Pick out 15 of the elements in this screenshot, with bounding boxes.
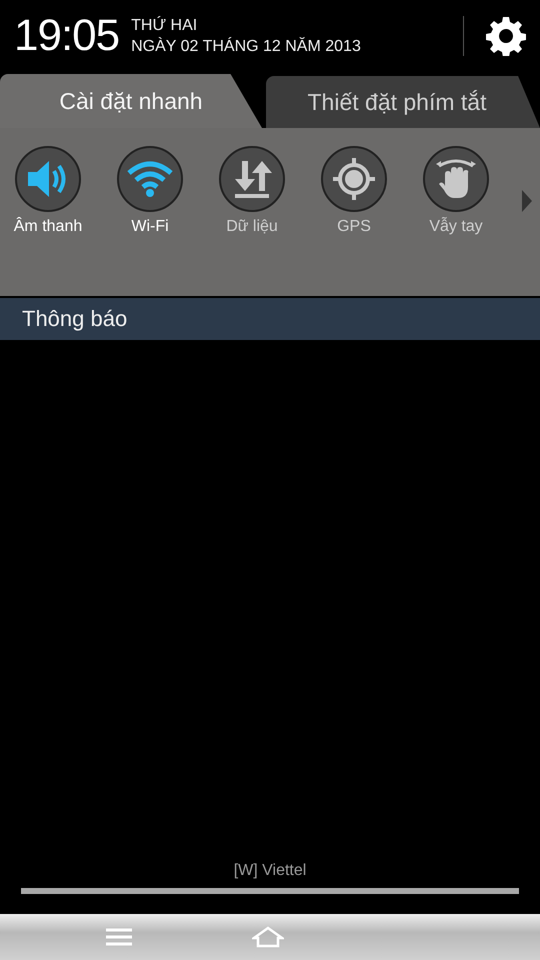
clock: 19:05 — [14, 11, 120, 61]
up-down-arrows-icon — [232, 159, 272, 199]
menu-icon[interactable] — [106, 928, 132, 946]
wifi-icon — [126, 160, 174, 198]
date: NGÀY 02 THÁNG 12 NĂM 2013 — [131, 38, 362, 56]
drag-handle[interactable] — [21, 888, 519, 894]
tab[interactable]: Cài đặt nhanh — [0, 74, 262, 128]
weekday: THỨ HAI — [131, 16, 198, 34]
carrier-name: [W] Viettel — [234, 862, 306, 880]
home-icon[interactable] — [252, 926, 284, 948]
crosshair-icon — [331, 156, 377, 202]
tab[interactable]: Thiết đặt phím tắt — [266, 76, 540, 128]
section-title: Thông báo — [22, 306, 128, 332]
settings-icon[interactable] — [486, 16, 526, 56]
next-arrow-icon[interactable] — [522, 190, 532, 212]
